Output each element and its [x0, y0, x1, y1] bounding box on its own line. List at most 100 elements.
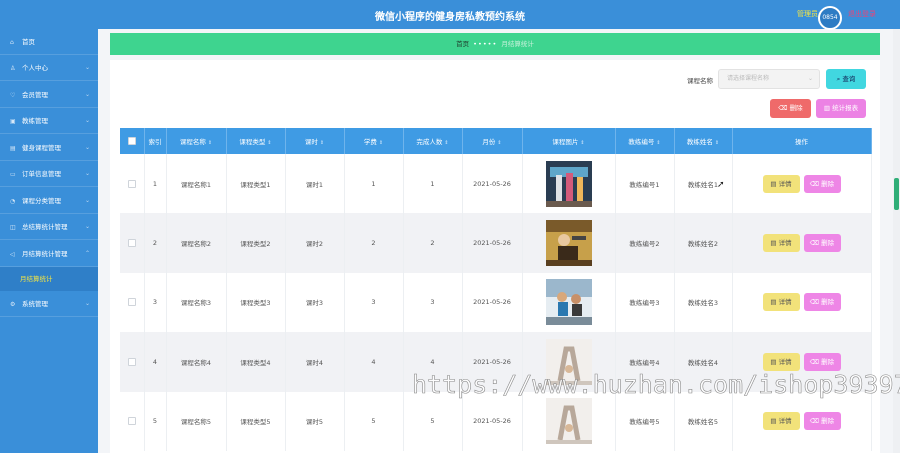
row-checkbox[interactable]	[127, 298, 136, 307]
column-header-coach-name[interactable]: 教练姓名 ⇕	[674, 128, 733, 154]
trash-icon: ⌫	[809, 417, 820, 426]
column-header-image[interactable]: 课程图片 ⇕	[522, 128, 616, 154]
page-scrollbar-thumb[interactable]	[894, 178, 899, 210]
detail-button[interactable]: ▤ 详情	[762, 412, 800, 431]
detail-icon: ▤	[770, 357, 777, 366]
stats-icon: ◫	[10, 224, 16, 231]
cell-completed: 3	[403, 272, 463, 333]
cell-fee: 2	[344, 213, 404, 273]
sidebar-item-categories[interactable]: ◔ 课程分类管理 ⌄	[0, 188, 98, 214]
cell-course-type: 课程类型4	[226, 332, 286, 392]
row-select-cell	[120, 213, 145, 273]
stats-report-button[interactable]: ▥ 统计报表	[816, 99, 866, 118]
cell-image	[522, 154, 616, 214]
row-checkbox[interactable]	[127, 417, 136, 426]
detail-button[interactable]: ▤ 详情	[762, 234, 800, 253]
sidebar-item-members[interactable]: ♡ 会员管理 ⌄	[0, 82, 98, 108]
detail-button[interactable]: ▤ 详情	[762, 174, 800, 193]
logout-link[interactable]: 退出登录	[848, 9, 876, 19]
column-header-month[interactable]: 月份 ⇕	[462, 128, 523, 154]
delete-button[interactable]: ⌫ 删除	[803, 293, 841, 312]
sort-icon: ⇕	[207, 140, 213, 146]
detail-button[interactable]: ▤ 详情	[762, 352, 800, 371]
cell-actions: ▤ 详情 ⌫ 删除	[732, 154, 872, 214]
sidebar-item-orders[interactable]: ▭ 订单信息管理 ⌄	[0, 161, 98, 187]
cell-image	[522, 391, 616, 451]
cell-actions: ▤ 详情 ⌫ 删除	[732, 213, 872, 273]
delete-button[interactable]: ⌫ 删除	[803, 174, 841, 193]
sidebar-item-label: 系统管理	[22, 300, 48, 308]
course-image[interactable]	[545, 220, 592, 267]
sidebar-item-system[interactable]: ⚙ 系统管理 ⌄	[0, 291, 98, 317]
trash-icon: ⌫	[809, 239, 820, 248]
sidebar: ⌂ 首页 ♙ 个人中心 ⌄ ♡ 会员管理 ⌄ ▣ 教练管理 ⌄ ▤ 健身课程管理 ⌄ ▭ 订…	[0, 29, 98, 453]
sort-icon: ⇕	[497, 140, 502, 146]
breadcrumb-home[interactable]: 首页	[456, 40, 469, 48]
order-icon: ▭	[10, 171, 16, 178]
sidebar-item-label: 总结算统计管理	[22, 223, 68, 231]
course-name-select[interactable]: 请选择课程名称 ⌄	[718, 69, 820, 89]
sidebar-item-monthly-stats[interactable]: ◁ 月结算统计管理 ⌃	[0, 241, 98, 267]
column-header-completed[interactable]: 完成人数 ⇕	[403, 128, 463, 154]
cell-fee: 5	[344, 391, 404, 451]
detail-icon: ▤	[770, 417, 777, 426]
sidebar-item-courses[interactable]: ▤ 健身课程管理 ⌄	[0, 135, 98, 161]
course-image[interactable]	[545, 279, 592, 326]
column-header-course-type[interactable]: 课程类型 ⇕	[226, 128, 286, 154]
batch-delete-button[interactable]: ⌫ 删除	[770, 99, 811, 118]
chevron-down-icon: ⌄	[84, 144, 90, 151]
course-icon: ▤	[10, 145, 16, 152]
column-header-hours[interactable]: 课时 ⇕	[285, 128, 345, 154]
sidebar-subitem-monthly-stats[interactable]: 月结算统计	[0, 267, 98, 291]
sidebar-item-home[interactable]: ⌂ 首页	[0, 29, 98, 55]
cell-course-name: 课程名称2	[166, 213, 227, 273]
cell-course-type: 课程类型3	[226, 272, 286, 333]
row-checkbox[interactable]	[127, 179, 136, 188]
detail-icon: ▤	[770, 179, 777, 188]
avatar[interactable]: 0854	[818, 6, 842, 30]
cell-index: 2	[144, 213, 167, 273]
chevron-down-icon: ⌄	[84, 64, 90, 71]
cell-hours: 课时5	[285, 391, 345, 451]
cell-course-name: 课程名称5	[166, 391, 227, 451]
sort-icon: ⇕	[580, 140, 585, 146]
stats-report-label: 统计报表	[832, 104, 859, 112]
data-table: 索引 课程名称 ⇕ 课程类型 ⇕ 课时 ⇕ 学费 ⇕ 完成人数 ⇕ 月份 ⇕ 课程图片 ⇕ 教…	[120, 128, 872, 451]
sort-icon: ⇕	[378, 140, 384, 146]
sidebar-item-coaches[interactable]: ▣ 教练管理 ⌄	[0, 108, 98, 134]
cell-index: 1	[144, 154, 167, 214]
sidebar-item-personal-center[interactable]: ♙ 个人中心 ⌄	[0, 55, 98, 81]
user-icon: ♙	[10, 65, 16, 72]
column-header-coach-no[interactable]: 教练编号 ⇕	[615, 128, 675, 154]
detail-button[interactable]: ▤ 详情	[762, 293, 800, 312]
column-header-course-name[interactable]: 课程名称 ⇕	[166, 128, 227, 154]
delete-button[interactable]: ⌫ 删除	[803, 352, 841, 371]
row-select-cell	[120, 272, 145, 333]
member-icon: ♡	[10, 92, 16, 99]
sidebar-item-total-stats[interactable]: ◫ 总结算统计管理 ⌄	[0, 214, 98, 240]
column-header-fee[interactable]: 学费 ⇕	[344, 128, 404, 154]
row-checkbox[interactable]	[127, 239, 136, 248]
sort-icon: ⇕	[444, 140, 449, 146]
search-button[interactable]: ⌕ 查询	[826, 69, 866, 89]
course-image[interactable]	[545, 398, 592, 445]
delete-button[interactable]: ⌫ 删除	[803, 412, 841, 431]
select-all-checkbox[interactable]	[127, 137, 136, 145]
cell-coach-no: 教练编号5	[615, 391, 675, 451]
cell-coach-no: 教练编号2	[615, 213, 675, 273]
search-icon: ⌕	[836, 75, 841, 83]
row-checkbox[interactable]	[127, 357, 136, 366]
column-header-index[interactable]: 索引	[144, 128, 167, 154]
cell-actions: ▤ 详情 ⌫ 删除	[732, 272, 872, 333]
sort-icon: ⇕	[267, 140, 272, 146]
mouse-cursor-icon: ➚	[717, 180, 725, 190]
course-image[interactable]	[545, 160, 592, 207]
cell-fee: 1	[344, 154, 404, 214]
delete-button[interactable]: ⌫ 删除	[803, 234, 841, 253]
cell-image	[522, 272, 616, 333]
home-icon: ⌂	[10, 39, 14, 46]
cell-course-name: 课程名称3	[166, 272, 227, 333]
sidebar-item-label: 订单信息管理	[22, 170, 61, 178]
row-select-cell	[120, 332, 145, 392]
column-header-actions: 操作	[732, 128, 872, 154]
